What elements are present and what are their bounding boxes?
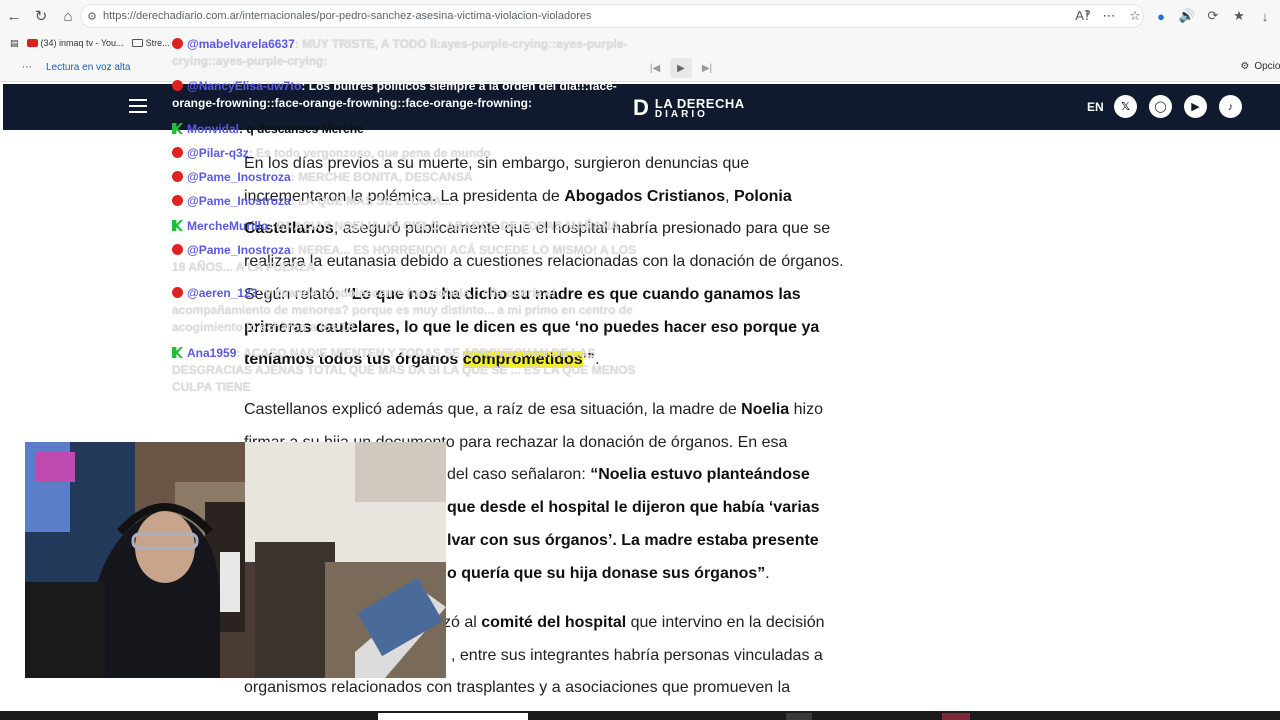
youtube-icon [26, 39, 38, 47]
logo-line1: LA DERECHA [654, 95, 745, 111]
youtube-badge-icon [172, 244, 183, 255]
youtube-badge-icon [172, 195, 183, 206]
kick-badge-icon [172, 347, 183, 358]
quote-text: “Noelia estuvo planteándose [590, 466, 810, 484]
site-header: D LA DERECHA DIARIO EN 𝕏 ◯ ▶ ♪ [3, 84, 1280, 130]
read-aloud-options[interactable]: ⚙ Opcion [1240, 61, 1280, 72]
youtube-badge-icon [172, 171, 183, 182]
bookmark-label: Stre... [145, 38, 170, 48]
address-bar-actions: A‽ ⋯ ☆ ● 🔊 ⟳ ★ ↓ [1072, 4, 1276, 28]
home-icon[interactable]: ⌂ [55, 3, 81, 29]
speaker-icon[interactable]: 🔊 [1176, 4, 1198, 28]
youtube-badge-icon [172, 147, 183, 158]
paragraph-text: que intervino en la decisión [626, 614, 825, 631]
kick-badge-icon [172, 220, 183, 231]
paragraph-text: . [595, 351, 600, 369]
refresh-sync-icon[interactable]: ⟳ [1202, 4, 1224, 28]
chat-user: @Pilar-q3z [187, 146, 249, 160]
taskbar [0, 711, 1280, 720]
read-aloud-more-icon[interactable]: ⋯ [22, 62, 32, 73]
tiktok-icon[interactable]: ♪ [1219, 95, 1242, 118]
quote-text: ’” [582, 351, 596, 369]
instagram-icon[interactable]: ◯ [1149, 95, 1172, 118]
logo-mark: D [633, 95, 649, 120]
read-aloud-bar: ⋯ Lectura en voz alta |◀ ▶ ▶| ⚙ Opcion [0, 54, 1280, 82]
language-switch[interactable]: EN [1087, 100, 1104, 114]
url-field[interactable]: ⚙ https://derechadiario.com.ar/internaci… [80, 4, 1144, 28]
favorite-star-icon[interactable]: ☆ [1124, 4, 1146, 28]
bookmark-youtube[interactable]: (34) inmaq tv - You... [26, 38, 124, 48]
social-links: 𝕏 ◯ ▶ ♪ [1114, 95, 1242, 118]
taskbar-item[interactable] [378, 713, 528, 720]
logo-text: LA DERECHA DIARIO [655, 97, 745, 120]
bookmarks-bar: ▤ (34) inmaq tv - You... Stre... [0, 32, 1280, 54]
paragraph-text: . [765, 564, 770, 582]
bookmark-folder[interactable]: Stre... [131, 38, 170, 48]
bookmark-label: (34) inmaq tv - You... [40, 38, 124, 48]
site-logo[interactable]: D LA DERECHA DIARIO [633, 95, 745, 121]
bold-text: comité del hospital [481, 614, 627, 631]
taskbar-item[interactable] [942, 713, 970, 720]
play-icon[interactable]: ▶ [670, 58, 692, 78]
bold-text: Noelia [741, 401, 790, 418]
webcam-video [25, 442, 446, 678]
paragraph-text: organismos relacionados con trasplantes … [244, 679, 791, 697]
logo-line2: DIARIO [654, 108, 708, 120]
read-aloud-controls: |◀ ▶ ▶| [644, 58, 718, 78]
options-label: Opcion [1254, 61, 1280, 72]
youtube-icon[interactable]: ▶ [1184, 95, 1207, 118]
bold-text: Abogados Cristianos [564, 187, 726, 205]
folder-icon [131, 39, 143, 47]
article-paragraph: En los días previos a su muerte, sin emb… [244, 148, 854, 377]
download-icon[interactable]: ↓ [1254, 4, 1276, 28]
x-icon[interactable]: 𝕏 [1114, 95, 1137, 118]
extension-icon[interactable]: ● [1150, 4, 1172, 28]
address-bar-row: ← ↻ ⌂ ⚙ https://derechadiario.com.ar/int… [0, 0, 1280, 32]
taskbar-item[interactable] [786, 713, 812, 720]
reload-icon[interactable]: ↻ [28, 3, 54, 29]
paragraph-text: Castellanos explicó además que, a raíz d… [244, 401, 742, 418]
chat-user: Ana1959 [187, 346, 237, 360]
site-info-icon[interactable]: ⚙ [81, 10, 103, 23]
favorites-icon[interactable]: ★ [1228, 4, 1250, 28]
highlighted-word: comprometidos [462, 351, 583, 369]
next-icon[interactable]: ▶| [696, 58, 718, 78]
menu-icon[interactable] [129, 99, 147, 113]
url-text: https://derechadiario.com.ar/internacion… [103, 10, 592, 22]
more-icon[interactable]: ⋯ [1098, 4, 1120, 28]
back-icon[interactable]: ← [1, 3, 27, 29]
webcam-overlay [25, 442, 446, 678]
youtube-badge-icon [172, 287, 183, 298]
tab-actions-icon[interactable]: ▤ [10, 38, 19, 49]
read-aloud-label: Lectura en voz alta [46, 62, 131, 73]
options-icon: ⚙ [1240, 61, 1250, 72]
read-aloud-icon[interactable]: A‽ [1072, 4, 1094, 28]
paragraph-text: , [725, 187, 734, 205]
previous-icon[interactable]: |◀ [644, 58, 666, 78]
